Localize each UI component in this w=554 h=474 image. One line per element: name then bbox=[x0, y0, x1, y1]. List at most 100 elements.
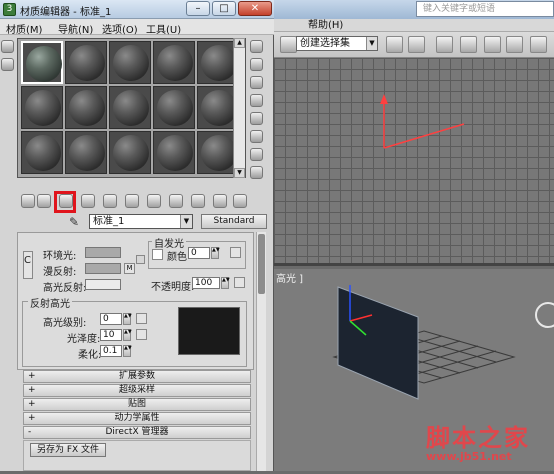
sample-slot[interactable] bbox=[153, 131, 195, 174]
viewport-top[interactable] bbox=[274, 58, 554, 266]
put-to-scene-icon[interactable] bbox=[37, 194, 51, 208]
sample-slot[interactable] bbox=[153, 41, 195, 84]
spinner-arrows-icon[interactable]: ▲▼ bbox=[123, 329, 132, 341]
menu-options[interactable]: 选项(O) bbox=[102, 21, 138, 36]
self-illum-map-button[interactable] bbox=[230, 247, 241, 258]
viewport-label-text: 高光 ] bbox=[276, 274, 304, 285]
sample-slot[interactable] bbox=[65, 41, 107, 84]
map-lock-icon[interactable] bbox=[136, 255, 145, 264]
chevron-down-icon[interactable]: ▼ bbox=[180, 215, 192, 228]
rollout-title: 贴图 bbox=[127, 399, 146, 409]
spinner-arrows-icon[interactable]: ▲▼ bbox=[211, 247, 220, 259]
sample-slot[interactable] bbox=[109, 41, 151, 84]
rollout-supersampling[interactable]: + 超级采样 bbox=[23, 384, 251, 397]
sample-type-icon[interactable] bbox=[250, 40, 263, 53]
minimize-button[interactable]: – bbox=[186, 1, 210, 16]
eyedropper-icon[interactable]: ✎ bbox=[69, 215, 83, 229]
menu-utilities[interactable]: 工具(U) bbox=[146, 21, 181, 36]
selection-set-dropdown[interactable]: 创建选择集 ▼ bbox=[296, 36, 378, 51]
make-unique-icon[interactable] bbox=[103, 194, 117, 208]
sample-slot[interactable] bbox=[21, 41, 63, 84]
ambient-color-swatch[interactable] bbox=[85, 247, 121, 258]
menu-navigation[interactable]: 导航(N) bbox=[58, 21, 93, 36]
show-end-result-icon[interactable] bbox=[191, 194, 205, 208]
self-illum-spinner[interactable]: 0 bbox=[188, 247, 210, 259]
align-icon[interactable] bbox=[408, 36, 425, 53]
sample-slot[interactable] bbox=[21, 86, 63, 129]
background-icon[interactable] bbox=[250, 76, 263, 89]
put-to-library-icon[interactable] bbox=[125, 194, 139, 208]
material-name-field[interactable]: 标准_1 ▼ bbox=[89, 214, 193, 229]
sample-slot[interactable] bbox=[21, 131, 63, 174]
diffuse-label: 漫反射: bbox=[43, 267, 77, 278]
diffuse-map-button[interactable]: M bbox=[124, 263, 135, 274]
soften-spinner[interactable]: 0.1 bbox=[100, 345, 122, 357]
reset-map-icon[interactable] bbox=[81, 194, 95, 208]
color-checkbox[interactable] bbox=[152, 249, 163, 260]
menu-material[interactable]: 材质(M) bbox=[6, 21, 42, 36]
material-sphere bbox=[69, 90, 105, 126]
sample-slot[interactable] bbox=[65, 131, 107, 174]
spec-level-spinner[interactable]: 0 bbox=[100, 313, 122, 325]
maximize-button[interactable]: □ bbox=[212, 1, 236, 16]
specular-color-swatch[interactable] bbox=[85, 279, 121, 290]
sample-slot[interactable] bbox=[109, 86, 151, 129]
scroll-up-icon[interactable]: ▲ bbox=[234, 38, 245, 48]
diffuse-color-swatch[interactable] bbox=[85, 263, 121, 274]
sample-slot[interactable] bbox=[65, 86, 107, 129]
teapot-render-icon[interactable] bbox=[530, 36, 547, 53]
material-id-icon[interactable] bbox=[147, 194, 161, 208]
backlight-icon[interactable] bbox=[250, 58, 263, 71]
viewport-label[interactable]: 高光 ] bbox=[276, 270, 303, 285]
material-sphere bbox=[157, 90, 193, 126]
show-map-icon[interactable] bbox=[169, 194, 183, 208]
slots-scrollbar[interactable]: ▲ ▼ bbox=[233, 38, 245, 178]
rollout-directx-manager[interactable]: - DirectX 管理器 bbox=[23, 426, 251, 439]
scrollbar-thumb[interactable] bbox=[258, 234, 265, 294]
go-to-parent-icon[interactable] bbox=[213, 194, 227, 208]
rollout-title: DirectX 管理器 bbox=[105, 427, 169, 437]
save-as-fx-button[interactable]: 另存为 FX 文件 bbox=[30, 443, 106, 457]
material-sphere bbox=[26, 46, 62, 82]
uv-tiling-icon[interactable] bbox=[250, 94, 263, 107]
sample-slot[interactable] bbox=[153, 86, 195, 129]
gloss-map-button[interactable] bbox=[136, 329, 147, 340]
select-by-material-icon[interactable] bbox=[250, 166, 263, 179]
material-editor-titlebar[interactable]: 3 材质编辑器 - 标准_1 – □ ✕ bbox=[0, 0, 274, 19]
material-sphere bbox=[113, 135, 149, 171]
parameters-scrollbar[interactable] bbox=[256, 232, 266, 471]
viewport-top-gizmo bbox=[380, 94, 465, 149]
select-tool-icon[interactable] bbox=[1, 40, 14, 53]
rollout-extended-parameters[interactable]: + 扩展参数 bbox=[23, 370, 251, 383]
make-preview-icon[interactable] bbox=[250, 130, 263, 143]
video-color-check-icon[interactable] bbox=[250, 112, 263, 125]
render-setup-icon[interactable] bbox=[484, 36, 501, 53]
snap-toggle-icon[interactable] bbox=[280, 36, 297, 53]
move-tool-icon[interactable] bbox=[1, 58, 14, 71]
render-frame-icon[interactable] bbox=[506, 36, 523, 53]
opacity-spinner[interactable]: 100 bbox=[192, 277, 220, 289]
opacity-map-button[interactable] bbox=[234, 277, 245, 288]
rollout-maps[interactable]: + 贴图 bbox=[23, 398, 251, 411]
layer-manager-icon[interactable] bbox=[436, 36, 453, 53]
close-button[interactable]: ✕ bbox=[238, 1, 272, 16]
scroll-down-icon[interactable]: ▼ bbox=[234, 168, 245, 178]
spinner-arrows-icon[interactable]: ▲▼ bbox=[123, 313, 132, 325]
rollout-dynamics-properties[interactable]: + 动力学属性 bbox=[23, 412, 251, 425]
spinner-arrows-icon[interactable]: ▲▼ bbox=[221, 277, 230, 289]
spinner-arrows-icon[interactable]: ▲▼ bbox=[123, 345, 132, 357]
options-icon[interactable] bbox=[250, 148, 263, 161]
app-search-input[interactable]: 键入关键字或短语 bbox=[416, 1, 554, 17]
material-editor-icon[interactable] bbox=[460, 36, 477, 53]
gloss-spinner[interactable]: 10 bbox=[100, 329, 122, 341]
ambient-label: 环境光: bbox=[43, 251, 77, 262]
material-type-button[interactable]: Standard bbox=[201, 214, 267, 229]
mirror-icon[interactable] bbox=[386, 36, 403, 53]
material-sphere bbox=[25, 135, 61, 171]
go-forward-sibling-icon[interactable] bbox=[233, 194, 247, 208]
spec-level-map-button[interactable] bbox=[136, 313, 147, 324]
sample-slot[interactable] bbox=[109, 131, 151, 174]
specular-highlight-preview bbox=[178, 307, 240, 355]
get-material-icon[interactable] bbox=[21, 194, 35, 208]
menu-help[interactable]: 帮助(H) bbox=[308, 19, 343, 32]
